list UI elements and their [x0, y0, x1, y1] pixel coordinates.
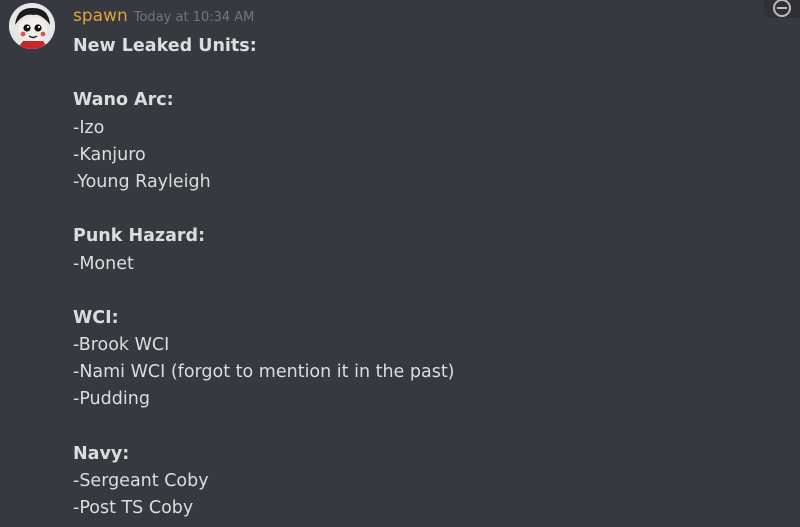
message-line: [73, 414, 773, 441]
message-line: -Sergeant Coby: [73, 471, 209, 491]
username[interactable]: spawn: [73, 6, 128, 26]
message-line: Punk Hazard:: [73, 226, 206, 247]
message-line: WCI:: [73, 307, 119, 328]
message-line: [73, 278, 773, 305]
message-line: -Young Rayleigh: [73, 171, 211, 192]
avatar-image: [9, 3, 55, 49]
message-line: -Nami WCI (forgot to mention it in the p…: [73, 362, 455, 383]
message-line: -Kanjuro: [73, 144, 146, 165]
message-content: New Leaked Units: Wano Arc: -Izo -Kanjur…: [73, 33, 773, 522]
avatar[interactable]: [9, 3, 55, 49]
message-line: New Leaked Units:: [73, 36, 257, 56]
message-line: Wano Arc:: [73, 90, 174, 111]
message-line: -Izo: [73, 117, 105, 138]
message-line: [73, 196, 773, 223]
message-line: -Pudding: [73, 389, 150, 410]
message-line: [73, 60, 773, 87]
message-line: -Monet: [73, 253, 134, 274]
message-line: -Brook WCI: [73, 335, 170, 356]
message-line: -Post TS Coby: [73, 498, 194, 519]
chat-message: spawn Today at 10:34 AM New Leaked Units:…: [0, 0, 800, 527]
message-line: Navy:: [73, 443, 130, 464]
timestamp: Today at 10:34 AM: [133, 10, 255, 25]
add-reaction-icon: [773, 0, 791, 17]
add-reaction-button[interactable]: [764, 0, 800, 18]
message-header: spawn Today at 10:34 AM: [73, 6, 254, 30]
